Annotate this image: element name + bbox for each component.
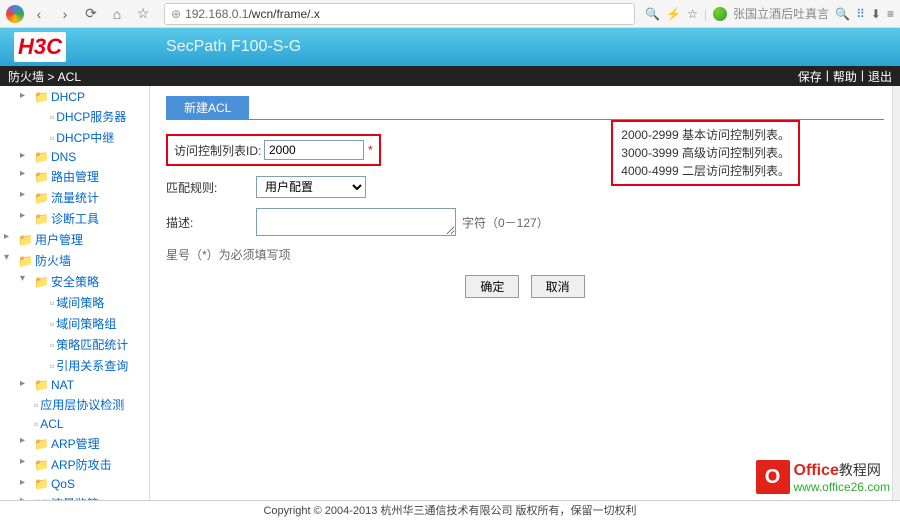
product-title: SecPath F100-S-G: [166, 38, 301, 56]
globe-icon: ⊕: [171, 7, 181, 21]
watermark-url: www.office26.com: [794, 480, 891, 494]
match-rule-label: 匹配规则:: [166, 179, 256, 196]
apps-icon[interactable]: ⠿: [856, 7, 865, 21]
acl-range-line: 4000-4999 二层访问控制列表。: [621, 162, 790, 180]
sidebar-item[interactable]: ▫应用层协议检测: [0, 394, 149, 415]
content-area: 新建ACL 访问控制列表ID: * 2000-2999 基本访问控制列表。 30…: [150, 86, 900, 500]
search-icon[interactable]: 🔍: [645, 7, 660, 21]
url-path: /wcn/frame/.x: [248, 7, 319, 21]
star-icon[interactable]: ☆: [687, 7, 698, 21]
qihoo-icon[interactable]: [713, 7, 727, 21]
sidebar-item[interactable]: ▫域间策略组: [0, 313, 149, 334]
exit-link[interactable]: 退出: [868, 68, 892, 85]
reload-button[interactable]: ⟳: [80, 3, 102, 25]
save-link[interactable]: 保存: [798, 68, 822, 85]
description-hint: 字符（0－127）: [462, 214, 549, 231]
sidebar-item[interactable]: ▫ACL: [0, 415, 149, 433]
watermark: O Office教程网 www.office26.com: [756, 460, 891, 494]
sidebar-item[interactable]: ▸📁DNS: [0, 148, 149, 166]
acl-id-highlight: 访问控制列表ID: *: [166, 134, 381, 166]
description-input[interactable]: [256, 208, 456, 236]
sidebar-item[interactable]: ▸📁流量统计: [0, 187, 149, 208]
sidebar-item[interactable]: ▫域间策略: [0, 292, 149, 313]
breadcrumb-path: 防火墙 > ACL: [8, 68, 81, 85]
sidebar-item[interactable]: ▫DHCP服务器: [0, 106, 149, 127]
sidebar-item[interactable]: ▸📁NAT: [0, 376, 149, 394]
description-label: 描述:: [166, 214, 256, 231]
required-star: *: [368, 143, 373, 157]
sidebar-item[interactable]: ▸📁路由管理: [0, 166, 149, 187]
url-host: 192.168.0.1: [185, 7, 248, 21]
tab-bar: 新建ACL: [166, 96, 884, 120]
home-button[interactable]: ⌂: [106, 3, 128, 25]
divider: |: [704, 7, 707, 21]
watermark-icon: O: [756, 460, 790, 494]
download-icon[interactable]: ⬇: [871, 7, 881, 21]
sidebar-item[interactable]: ▸📁DHCP: [0, 88, 149, 106]
watermark-cn: 教程网: [839, 462, 881, 478]
acl-id-label: 访问控制列表ID:: [174, 142, 264, 159]
sidebar-item[interactable]: ▫DHCP中继: [0, 127, 149, 148]
acl-range-line: 2000-2999 基本访问控制列表。: [621, 126, 790, 144]
bolt-icon[interactable]: ⚡: [666, 7, 681, 21]
sidebar-item[interactable]: ▸📁流量监管: [0, 493, 149, 500]
sidebar: ▸📁DHCP▫DHCP服务器▫DHCP中继▸📁DNS▸📁路由管理▸📁流量统计▸📁…: [0, 86, 150, 500]
sidebar-item[interactable]: ▸📁ARP管理: [0, 433, 149, 454]
search-hint[interactable]: 张国立酒后吐真言: [733, 5, 829, 22]
breadcrumb: 防火墙 > ACL 保存 | 帮助 | 退出: [0, 66, 900, 86]
watermark-name: Office: [794, 462, 839, 479]
divider: |: [861, 68, 864, 85]
acl-range-info: 2000-2999 基本访问控制列表。 3000-3999 高级访问控制列表。 …: [611, 120, 800, 186]
forward-button[interactable]: ›: [54, 3, 76, 25]
required-hint: 星号（*）为必须填写项: [166, 246, 884, 263]
tab-new-acl[interactable]: 新建ACL: [166, 96, 249, 119]
sidebar-item[interactable]: ▾📁安全策略: [0, 271, 149, 292]
scrollbar[interactable]: [892, 86, 900, 500]
sidebar-item[interactable]: ▸📁ARP防攻击: [0, 454, 149, 475]
back-button[interactable]: ‹: [28, 3, 50, 25]
sidebar-item[interactable]: ▾📁防火墙: [0, 250, 149, 271]
brand-logo: H3C: [14, 32, 66, 62]
sidebar-item[interactable]: ▸📁用户管理: [0, 229, 149, 250]
sidebar-item[interactable]: ▫策略匹配统计: [0, 334, 149, 355]
acl-id-input[interactable]: [264, 140, 364, 160]
browser-toolbar: ‹ › ⟳ ⌂ ☆ ⊕ 192.168.0.1/wcn/frame/.x 🔍 ⚡…: [0, 0, 900, 28]
divider: |: [826, 68, 829, 85]
chrome-icon: [6, 5, 24, 23]
sidebar-item[interactable]: ▸📁诊断工具: [0, 208, 149, 229]
ok-button[interactable]: 确定: [465, 275, 519, 298]
cancel-button[interactable]: 取消: [531, 275, 585, 298]
app-header: H3C SecPath F100-S-G: [0, 28, 900, 66]
acl-range-line: 3000-3999 高级访问控制列表。: [621, 144, 790, 162]
footer: Copyright © 2004-2013 杭州华三通信技术有限公司 版权所有，…: [0, 500, 900, 520]
sidebar-item[interactable]: ▫引用关系查询: [0, 355, 149, 376]
sidebar-item[interactable]: ▸📁QoS: [0, 475, 149, 493]
menu-icon[interactable]: ≡: [887, 7, 894, 21]
help-link[interactable]: 帮助: [833, 68, 857, 85]
star-button[interactable]: ☆: [132, 3, 154, 25]
copyright-text: Copyright © 2004-2013 杭州华三通信技术有限公司 版权所有，…: [263, 505, 636, 517]
url-bar[interactable]: ⊕ 192.168.0.1/wcn/frame/.x: [164, 3, 635, 25]
search-expand-icon[interactable]: 🔍: [835, 7, 850, 21]
match-rule-select[interactable]: 用户配置: [256, 176, 366, 198]
